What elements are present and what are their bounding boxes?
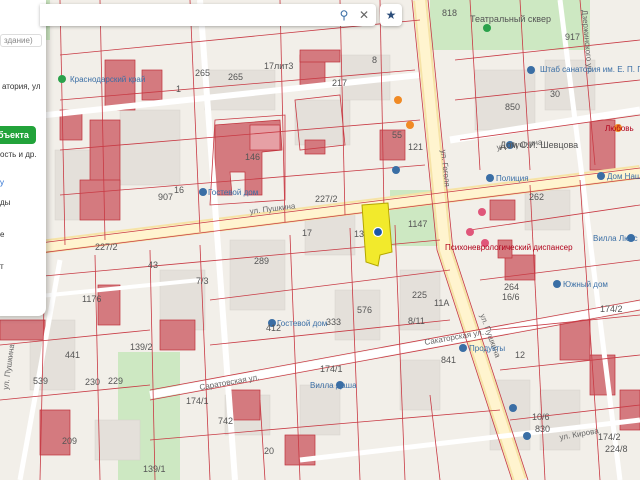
svg-text:Вилла Даша: Вилла Даша bbox=[310, 381, 357, 390]
svg-text:230: 230 bbox=[85, 377, 100, 387]
svg-text:1147: 1147 bbox=[408, 219, 427, 229]
svg-text:262: 262 bbox=[529, 192, 544, 202]
svg-text:224/8: 224/8 bbox=[605, 444, 628, 454]
svg-text:Театральный сквер: Театральный сквер bbox=[470, 14, 551, 24]
svg-text:16/6: 16/6 bbox=[502, 292, 520, 302]
info-line: ость и др. bbox=[0, 150, 37, 159]
svg-text:30: 30 bbox=[550, 89, 560, 99]
cadastral-map[interactable]: ул. Пушкина ул. Пушкина Сакаторская ул. … bbox=[0, 0, 640, 480]
svg-text:441: 441 bbox=[65, 350, 80, 360]
svg-text:742: 742 bbox=[218, 416, 233, 426]
svg-text:907: 907 bbox=[158, 192, 173, 202]
hotel-icon bbox=[199, 188, 207, 196]
svg-text:174/1: 174/1 bbox=[186, 396, 209, 406]
svg-text:174/2: 174/2 bbox=[598, 432, 621, 442]
svg-text:Дом С.И. Шевцова: Дом С.И. Шевцова bbox=[500, 140, 578, 150]
object-type-select[interactable]: здание) bbox=[0, 34, 42, 47]
svg-text:Вилла Люкс: Вилла Люкс bbox=[593, 234, 638, 243]
favorite-button[interactable]: ★ bbox=[380, 4, 402, 26]
svg-text:333: 333 bbox=[326, 317, 341, 327]
search-bar: ⚲ ✕ bbox=[40, 4, 376, 26]
museum-icon bbox=[597, 172, 605, 180]
svg-text:225: 225 bbox=[412, 290, 427, 300]
svg-text:43: 43 bbox=[148, 260, 158, 270]
svg-text:227/2: 227/2 bbox=[95, 242, 118, 252]
svg-text:55: 55 bbox=[392, 130, 402, 140]
star-icon: ★ bbox=[385, 8, 397, 22]
svg-text:11А: 11А bbox=[434, 298, 449, 308]
svg-text:12: 12 bbox=[515, 350, 525, 360]
svg-text:Гостевой дом: Гостевой дом bbox=[208, 188, 258, 197]
svg-text:8/11: 8/11 bbox=[408, 316, 425, 326]
svg-text:Гостевой дом: Гостевой дом bbox=[277, 319, 327, 328]
svg-text:Южный дом: Южный дом bbox=[563, 280, 608, 289]
svg-text:10/6: 10/6 bbox=[532, 412, 550, 422]
svg-text:227/2: 227/2 bbox=[315, 194, 338, 204]
panel-text: ды bbox=[0, 198, 11, 207]
bus-stop-icon bbox=[392, 166, 400, 174]
svg-text:Любовь: Любовь bbox=[605, 124, 634, 133]
svg-text:818: 818 bbox=[442, 8, 457, 18]
svg-text:1: 1 bbox=[176, 84, 181, 94]
svg-text:Продукты: Продукты bbox=[469, 344, 505, 353]
svg-text:841: 841 bbox=[441, 355, 456, 365]
svg-text:8: 8 bbox=[372, 55, 377, 65]
svg-text:17лит3: 17лит3 bbox=[264, 61, 293, 71]
svg-text:850: 850 bbox=[505, 102, 520, 112]
svg-text:Психоневрологический диспансер: Психоневрологический диспансер bbox=[445, 243, 573, 252]
svg-text:265: 265 bbox=[228, 72, 243, 82]
close-icon[interactable]: ✕ bbox=[356, 7, 372, 23]
panel-text-t: т bbox=[0, 262, 4, 271]
police-icon bbox=[486, 174, 494, 182]
bus-stop-icon bbox=[509, 404, 517, 412]
building-icon bbox=[527, 66, 535, 74]
svg-text:265: 265 bbox=[195, 68, 210, 78]
hospital-icon bbox=[466, 228, 474, 236]
bus-stop-icon bbox=[523, 432, 531, 440]
svg-text:Штаб санатория им. Е. П. Гляна: Штаб санатория им. Е. П. Гляна bbox=[540, 65, 640, 74]
svg-text:229: 229 bbox=[108, 376, 123, 386]
address-line: атория, ул bbox=[2, 82, 41, 91]
svg-text:830: 830 bbox=[535, 424, 550, 434]
svg-text:20: 20 bbox=[264, 446, 274, 456]
svg-text:Дом Нашуцова: Дом Нашуцова bbox=[607, 172, 640, 181]
svg-text:1176: 1176 bbox=[82, 294, 101, 304]
svg-text:139/2: 139/2 bbox=[130, 342, 153, 352]
location-marker-icon bbox=[372, 226, 384, 238]
svg-text:174/1: 174/1 bbox=[320, 364, 343, 374]
svg-text:139/1: 139/1 bbox=[143, 464, 166, 474]
shop-icon bbox=[459, 344, 467, 352]
panel-link[interactable]: у bbox=[0, 178, 4, 187]
park-icon bbox=[58, 75, 66, 83]
food-icon bbox=[406, 121, 414, 129]
svg-text:13: 13 bbox=[354, 229, 364, 239]
svg-text:576: 576 bbox=[357, 305, 372, 315]
search-icon[interactable]: ⚲ bbox=[336, 7, 352, 23]
svg-text:17: 17 bbox=[302, 228, 312, 238]
park-icon bbox=[483, 24, 491, 32]
pharmacy-icon bbox=[478, 208, 486, 216]
panel-text-e: е bbox=[0, 230, 5, 239]
svg-text:289: 289 bbox=[254, 256, 269, 266]
svg-text:917: 917 bbox=[565, 32, 580, 42]
svg-text:121: 121 bbox=[408, 142, 423, 152]
svg-text:Краснодарский край: Краснодарский край bbox=[70, 75, 145, 84]
svg-text:412: 412 bbox=[266, 323, 281, 333]
svg-text:217: 217 bbox=[332, 78, 347, 88]
svg-text:7/3: 7/3 bbox=[196, 276, 209, 286]
object-button[interactable]: бъекта bbox=[0, 126, 36, 144]
svg-text:209: 209 bbox=[62, 436, 77, 446]
svg-text:539: 539 bbox=[33, 376, 48, 386]
info-panel: здание) атория, ул бъекта ость и др. у д… bbox=[0, 0, 46, 316]
search-input[interactable] bbox=[46, 7, 330, 25]
food-icon bbox=[394, 96, 402, 104]
svg-text:Полиция: Полиция bbox=[496, 174, 529, 183]
svg-text:264: 264 bbox=[504, 282, 519, 292]
svg-text:174/2: 174/2 bbox=[600, 304, 623, 314]
svg-text:146: 146 bbox=[245, 152, 260, 162]
svg-text:16: 16 bbox=[174, 185, 184, 195]
hotel-icon bbox=[553, 280, 561, 288]
